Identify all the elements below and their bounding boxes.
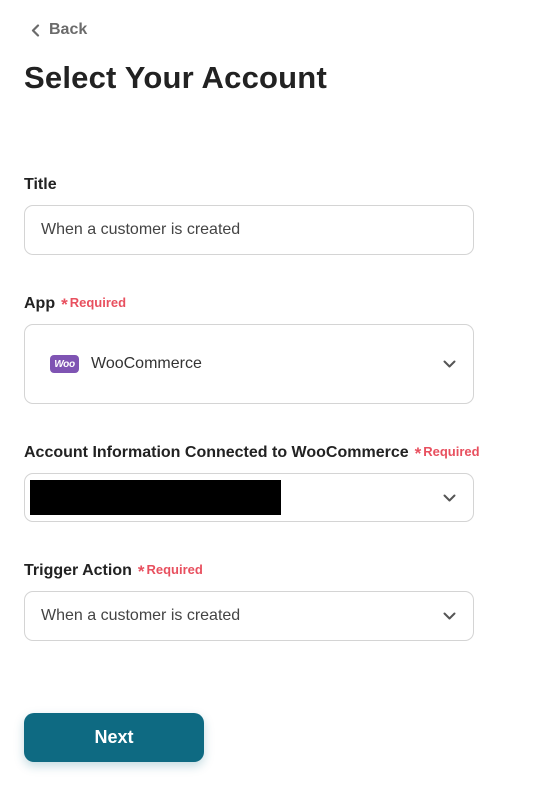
select-account-page: Back Select Your Account Title When a cu… bbox=[0, 0, 545, 786]
woocommerce-logo-icon: Woo bbox=[50, 355, 79, 373]
asterisk-icon: * bbox=[137, 562, 145, 581]
app-label-text: App bbox=[24, 295, 56, 312]
next-button[interactable]: Next bbox=[24, 713, 204, 762]
required-text: Required bbox=[69, 295, 127, 310]
trigger-label-text: Trigger Action bbox=[24, 562, 132, 579]
app-select[interactable]: Woo WooCommerce bbox=[24, 324, 474, 404]
asterisk-icon: * bbox=[414, 444, 422, 463]
title-input[interactable]: When a customer is created bbox=[24, 205, 474, 255]
title-field-label: Title bbox=[24, 176, 57, 194]
app-select-value: WooCommerce bbox=[91, 355, 202, 372]
account-label-text: Account Information Connected to WooComm… bbox=[24, 444, 409, 461]
chevron-down-icon bbox=[443, 360, 456, 368]
back-label: Back bbox=[49, 21, 88, 38]
required-text: Required bbox=[146, 562, 203, 577]
required-indicator: * Required bbox=[414, 443, 480, 463]
back-link[interactable]: Back bbox=[31, 21, 87, 39]
required-indicator: * Required bbox=[61, 294, 127, 314]
page-title: Select Your Account bbox=[24, 60, 327, 95]
trigger-select-value: When a customer is created bbox=[41, 607, 241, 624]
title-input-value: When a customer is created bbox=[41, 221, 241, 238]
chevron-down-icon bbox=[443, 612, 456, 620]
app-field-label: App * Required bbox=[24, 294, 126, 313]
title-label-text: Title bbox=[24, 176, 57, 193]
trigger-action-select[interactable]: When a customer is created bbox=[24, 591, 474, 641]
required-indicator: * Required bbox=[137, 561, 203, 581]
chevron-left-icon bbox=[31, 23, 40, 37]
trigger-field-label: Trigger Action * Required bbox=[24, 561, 203, 580]
chevron-down-icon bbox=[443, 494, 456, 501]
account-field-label: Account Information Connected to WooComm… bbox=[24, 443, 480, 462]
account-select[interactable] bbox=[24, 473, 474, 522]
asterisk-icon: * bbox=[61, 295, 68, 314]
required-text: Required bbox=[423, 444, 480, 459]
redacted-account-value bbox=[30, 480, 281, 515]
